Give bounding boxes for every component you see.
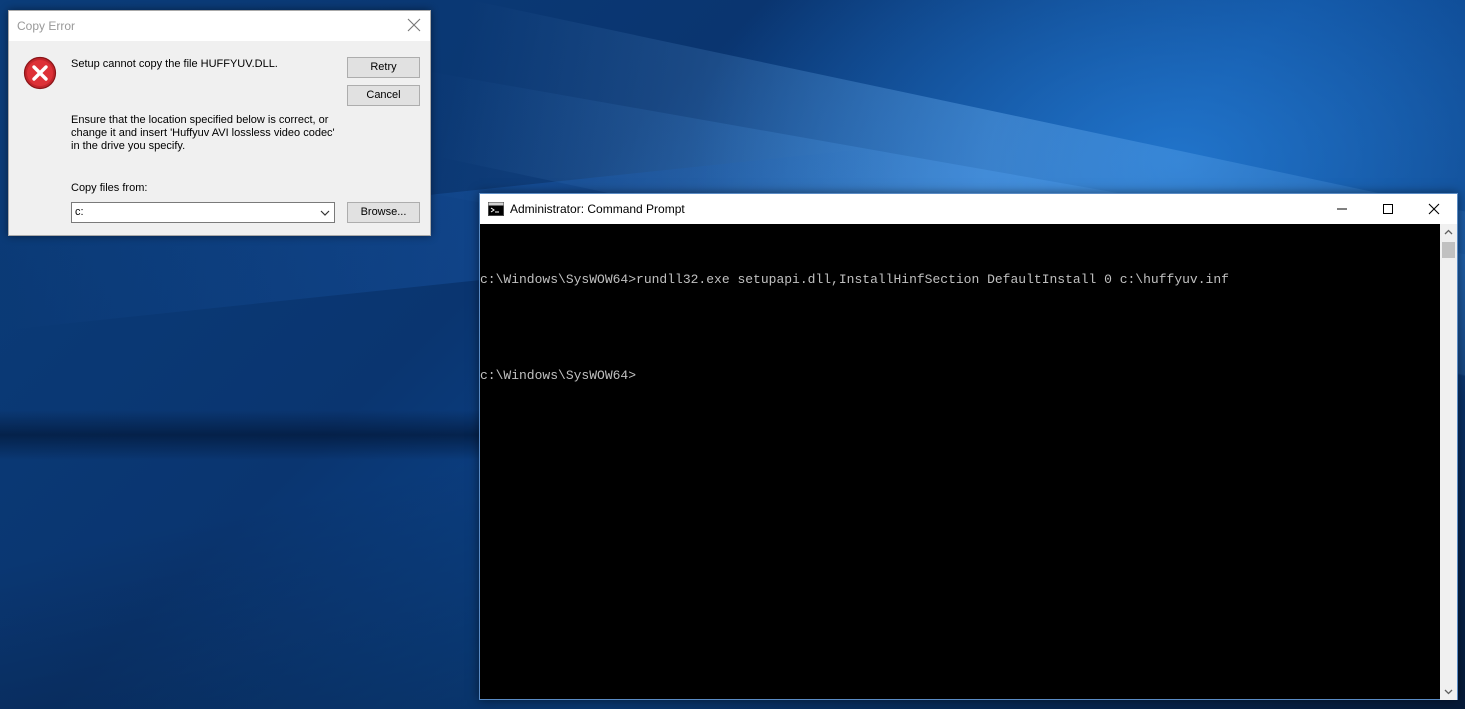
copy-from-value[interactable]: c: (75, 206, 84, 218)
console-line: c:\Windows\SysWOW64> (480, 368, 637, 383)
chevron-down-icon[interactable] (319, 206, 331, 220)
instruction-line: Ensure that the location specified below… (71, 114, 329, 126)
instruction-line: in the drive you specify. (71, 140, 186, 152)
error-message: Setup cannot copy the file HUFFYUV.DLL. (71, 58, 278, 70)
browse-button[interactable]: Browse... (347, 202, 420, 223)
vertical-scrollbar[interactable] (1440, 224, 1457, 700)
scrollbar-thumb[interactable] (1442, 242, 1455, 258)
retry-button[interactable]: Retry (347, 57, 420, 78)
copy-error-dialog: Copy Error Setup cannot copy the file HU… (8, 10, 431, 236)
scroll-up-arrow-icon[interactable] (1440, 224, 1457, 241)
instruction-line: change it and insert 'Huffyuv AVI lossle… (71, 127, 335, 139)
close-icon (1428, 203, 1440, 215)
dialog-title: Copy Error (17, 19, 76, 33)
maximize-button[interactable] (1365, 194, 1411, 224)
console-output[interactable]: c:\Windows\SysWOW64>rundll32.exe setupap… (480, 224, 1441, 700)
wallpaper-shadow (0, 410, 480, 460)
close-icon[interactable] (404, 15, 424, 35)
command-prompt-window: Administrator: Command Prompt c:\Windows… (479, 193, 1458, 700)
error-icon (23, 56, 57, 90)
scroll-down-arrow-icon[interactable] (1440, 683, 1457, 700)
minimize-icon (1337, 208, 1347, 210)
maximize-icon (1383, 204, 1393, 214)
cancel-button[interactable]: Cancel (347, 85, 420, 106)
copy-files-from-label: Copy files from: (71, 182, 148, 194)
copy-from-combobox[interactable]: c: (71, 202, 335, 223)
minimize-button[interactable] (1319, 194, 1365, 224)
close-button[interactable] (1411, 194, 1457, 224)
dialog-titlebar[interactable]: Copy Error (9, 11, 430, 41)
cmd-titlebar[interactable]: Administrator: Command Prompt (480, 194, 1457, 224)
cmd-title: Administrator: Command Prompt (510, 202, 685, 216)
console-icon (488, 202, 504, 216)
console-line: c:\Windows\SysWOW64>rundll32.exe setupap… (480, 272, 1229, 287)
instruction-text: Ensure that the location specified below… (71, 114, 341, 153)
